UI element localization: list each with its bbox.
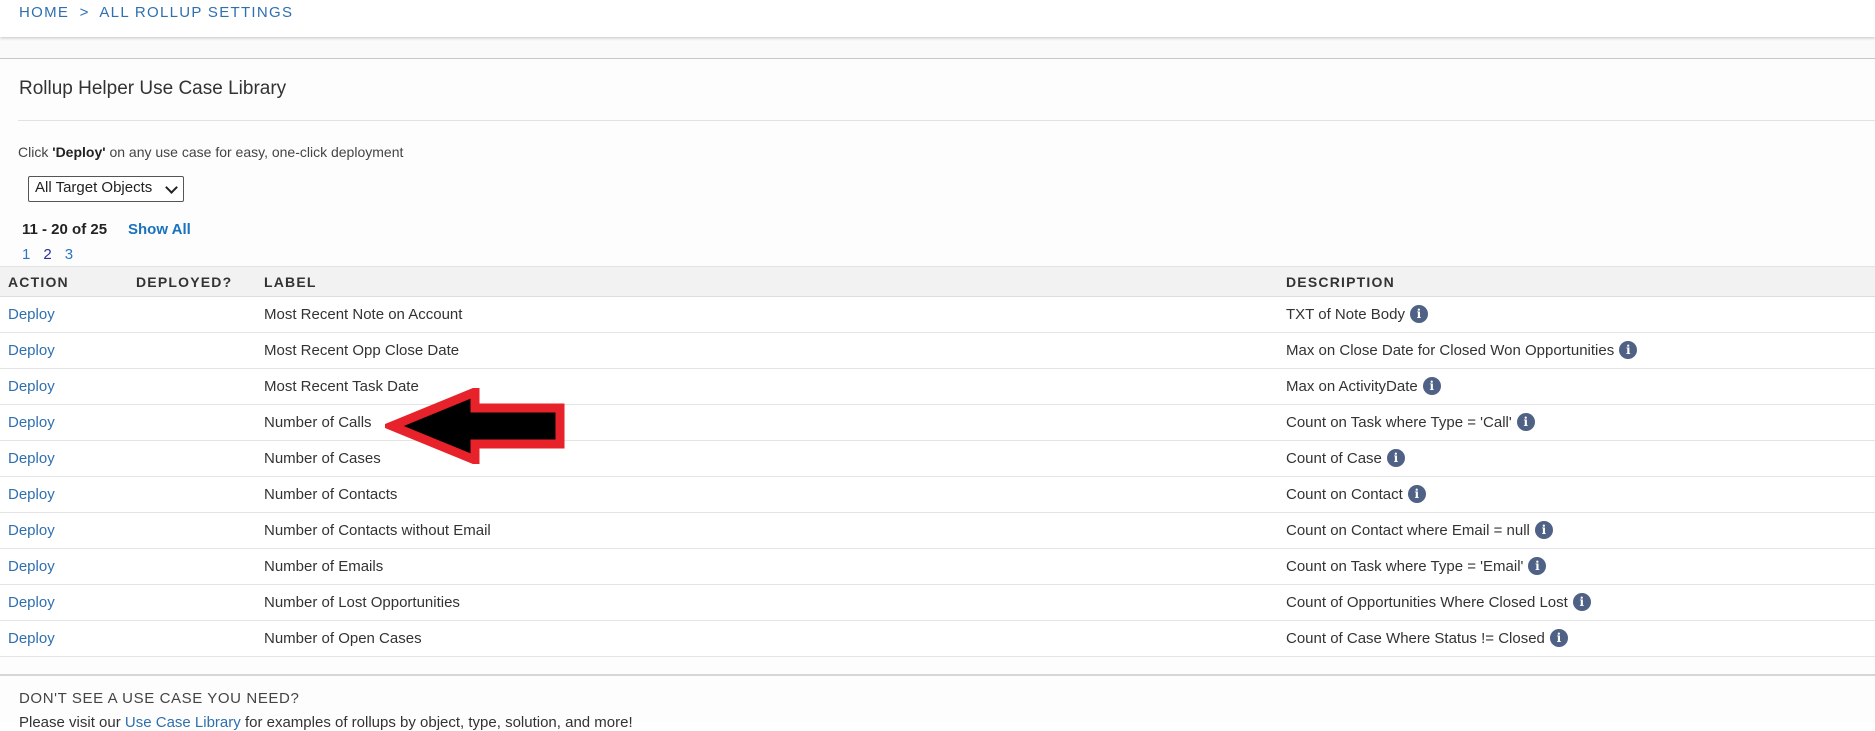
top-bar: HOME > ALL ROLLUP SETTINGS — [0, 0, 1875, 37]
table-row: Deploy Most Recent Task Date Max on Activi… — [0, 369, 1875, 405]
use-case-label: Number of Calls — [264, 414, 372, 431]
use-case-description: Count on Contact i — [1286, 485, 1426, 503]
use-case-description: Count of Case Where Status != Closed i — [1286, 629, 1568, 647]
page-title: Rollup Helper Use Case Library — [19, 78, 287, 99]
deploy-link[interactable]: Deploy — [8, 630, 55, 647]
use-case-description: Count of Opportunities Where Closed Lost… — [1286, 593, 1591, 611]
description-text: Count on Task where Type = 'Call' — [1286, 413, 1512, 431]
description-text: Count on Task where Type = 'Email' — [1286, 557, 1524, 575]
info-icon[interactable]: i — [1516, 413, 1535, 431]
target-object-select[interactable]: All Target Objects — [28, 176, 184, 202]
deploy-link[interactable]: Deploy — [8, 414, 55, 431]
breadcrumb: HOME > ALL ROLLUP SETTINGS — [19, 4, 293, 21]
info-icon[interactable]: i — [1386, 449, 1405, 467]
table-header: ACTION DEPLOYED? LABEL DESCRIPTION — [0, 266, 1875, 297]
instructions-prefix: Click — [18, 144, 53, 160]
deploy-link[interactable]: Deploy — [8, 486, 55, 503]
chevron-down-icon — [165, 181, 178, 194]
use-case-description: Count of Case i — [1286, 449, 1405, 467]
table-row: Deploy Most Recent Note on Account TXT of … — [0, 297, 1875, 333]
table-row: Deploy Most Recent Opp Close Date Max on C… — [0, 333, 1875, 369]
title-divider — [18, 120, 1875, 121]
deploy-link[interactable]: Deploy — [8, 450, 55, 467]
table-row: Deploy Number of Cases Count of Case i — [0, 441, 1875, 477]
pagination-range: 11 - 20 of 25 — [22, 221, 108, 238]
use-case-description: Max on Close Date for Closed Won Opportu… — [1286, 341, 1638, 359]
page-links: 123 — [22, 246, 86, 263]
footer-text-suffix: for examples of rollups by object, type,… — [240, 714, 633, 731]
use-case-description: Max on ActivityDate i — [1286, 377, 1441, 395]
column-header-deployed: DEPLOYED? — [136, 274, 233, 290]
table-row: Deploy Number of Calls Count on Task where… — [0, 405, 1875, 441]
description-text: Count of Opportunities Where Closed Lost — [1286, 593, 1568, 611]
description-text: TXT of Note Body — [1286, 305, 1405, 323]
page-link-2[interactable]: 2 — [43, 246, 51, 263]
page-link-1[interactable]: 1 — [22, 246, 30, 263]
footer-heading: DON'T SEE A USE CASE YOU NEED? — [19, 690, 300, 707]
description-text: Count of Case Where Status != Closed — [1286, 629, 1545, 647]
column-header-description: DESCRIPTION — [1286, 274, 1395, 290]
use-case-label: Number of Open Cases — [264, 630, 422, 647]
instructions-suffix: on any use case for easy, one-click depl… — [105, 144, 404, 160]
column-header-label: LABEL — [264, 274, 317, 290]
footer-divider — [0, 674, 1875, 676]
use-case-label: Number of Contacts — [264, 486, 398, 503]
description-text: Max on Close Date for Closed Won Opportu… — [1286, 341, 1615, 359]
use-case-label: Most Recent Opp Close Date — [264, 342, 460, 359]
column-header-action: ACTION — [8, 274, 69, 290]
table-row: Deploy Number of Open Cases Count of Case … — [0, 621, 1875, 657]
info-icon[interactable]: i — [1572, 593, 1591, 611]
use-case-label: Number of Emails — [264, 558, 384, 575]
info-icon[interactable]: i — [1619, 341, 1638, 359]
info-icon[interactable]: i — [1409, 305, 1428, 323]
use-case-label: Number of Lost Opportunities — [264, 594, 460, 611]
deploy-link[interactable]: Deploy — [8, 342, 55, 359]
info-icon[interactable]: i — [1422, 377, 1441, 395]
use-case-label: Number of Cases — [264, 450, 381, 467]
breadcrumb-home[interactable]: HOME — [19, 4, 69, 21]
footer-text-prefix: Please visit our — [19, 714, 125, 731]
info-icon[interactable]: i — [1528, 557, 1547, 575]
deploy-link[interactable]: Deploy — [8, 378, 55, 395]
use-case-library-link[interactable]: Use Case Library — [125, 714, 241, 731]
description-text: Count on Contact — [1286, 485, 1403, 503]
annotation-arrow-shape — [385, 388, 565, 464]
use-case-description: Count on Task where Type = 'Call' i — [1286, 413, 1535, 431]
deploy-link[interactable]: Deploy — [8, 594, 55, 611]
use-case-table-body: Deploy Most Recent Note on Account TXT of … — [0, 297, 1875, 657]
instructions-text: Click 'Deploy' on any use case for easy,… — [18, 144, 403, 160]
use-case-description: Count on Task where Type = 'Email' i — [1286, 557, 1547, 575]
use-case-label: Most Recent Note on Account — [264, 306, 463, 323]
breadcrumb-separator: > — [79, 4, 90, 21]
target-object-select-value: All Target Objects — [35, 179, 153, 196]
page-link-3[interactable]: 3 — [65, 246, 73, 263]
show-all-link[interactable]: Show All — [128, 221, 191, 238]
use-case-description: Count on Contact where Email = null i — [1286, 521, 1553, 539]
table-row: Deploy Number of Contacts Count on Contact… — [0, 477, 1875, 513]
description-text: Max on ActivityDate — [1286, 377, 1418, 395]
use-case-description: TXT of Note Body i — [1286, 305, 1428, 323]
use-case-label: Number of Contacts without Email — [264, 522, 491, 539]
arrow-left-icon — [385, 388, 565, 464]
table-row: Deploy Number of Contacts without Email Co… — [0, 513, 1875, 549]
info-icon[interactable]: i — [1407, 485, 1426, 503]
description-text: Count of Case — [1286, 449, 1382, 467]
table-row: Deploy Number of Lost Opportunities Count … — [0, 585, 1875, 621]
instructions-bold: 'Deploy' — [52, 144, 106, 160]
info-icon[interactable]: i — [1549, 629, 1568, 647]
description-text: Count on Contact where Email = null — [1286, 521, 1530, 539]
footer-text: Please visit our Use Case Library for ex… — [19, 714, 633, 731]
deploy-link[interactable]: Deploy — [8, 306, 55, 323]
header-gap — [0, 37, 1875, 59]
deploy-link[interactable]: Deploy — [8, 522, 55, 539]
info-icon[interactable]: i — [1534, 521, 1553, 539]
table-row: Deploy Number of Emails Count on Task wher… — [0, 549, 1875, 585]
deploy-link[interactable]: Deploy — [8, 558, 55, 575]
breadcrumb-all-rollup-settings[interactable]: ALL ROLLUP SETTINGS — [99, 4, 293, 21]
